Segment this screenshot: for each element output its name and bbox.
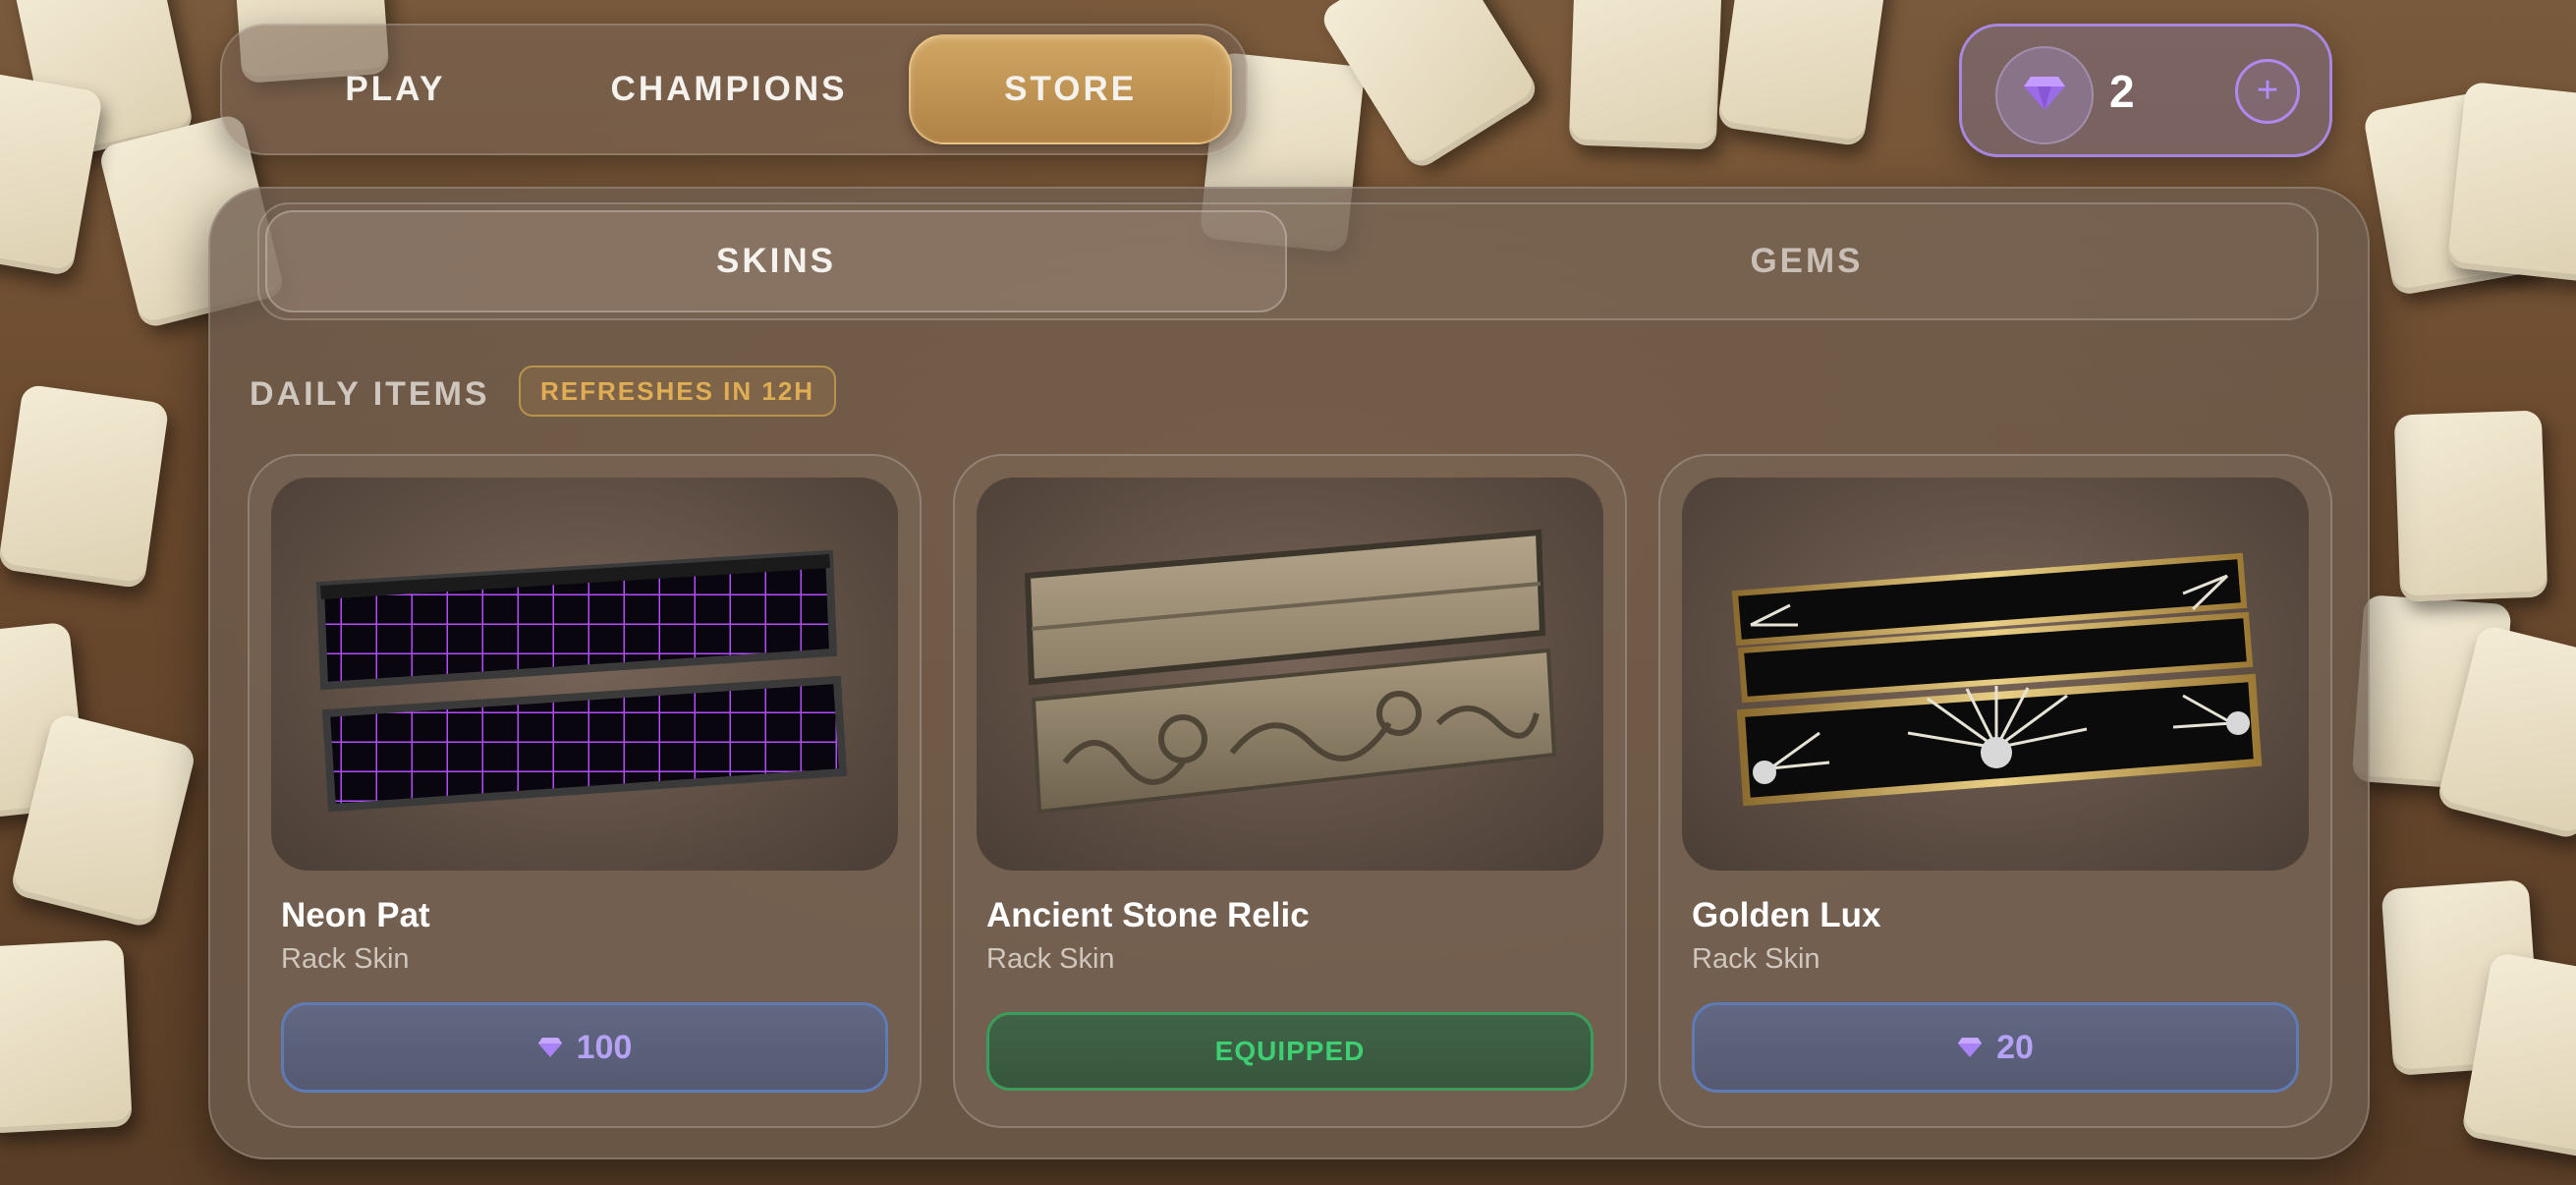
gem-icon	[537, 1029, 563, 1067]
bg-tile	[2446, 81, 2576, 283]
bg-tile	[2393, 410, 2548, 602]
gem-balance: 2 +	[1959, 24, 2332, 157]
item-name: Neon Pat	[281, 896, 430, 934]
gem-badge	[1995, 46, 2094, 144]
gem-icon	[2023, 75, 2066, 117]
item-type: Rack Skin	[986, 943, 1115, 975]
golden-rack-image	[1682, 478, 2309, 871]
bg-tile	[0, 939, 133, 1134]
store-item-card[interactable]: Neon Pat Rack Skin 100	[248, 454, 922, 1128]
store-item-card[interactable]: Golden Lux Rack Skin 20	[1658, 454, 2332, 1128]
item-type: Rack Skin	[281, 943, 410, 975]
item-name: Golden Lux	[1692, 896, 1881, 934]
neon-rack-image	[271, 478, 898, 871]
stone-rack-image	[977, 478, 1603, 871]
refresh-badge: REFRESHES IN 12H	[519, 366, 837, 417]
store-subtabs: SKINS GEMS	[257, 202, 2319, 320]
equipped-button[interactable]: EQUIPPED	[986, 1012, 1594, 1091]
price-label: 20	[1996, 1028, 2034, 1066]
tab-store[interactable]: STORE	[909, 34, 1233, 144]
section-title: DAILY ITEMS	[250, 375, 490, 413]
store-panel: SKINS GEMS DAILY ITEMS REFRESHES IN 12H …	[208, 187, 2370, 1159]
bg-tile	[0, 67, 104, 277]
add-gems-button[interactable]: +	[2235, 59, 2300, 124]
buy-button[interactable]: 20	[1692, 1002, 2299, 1093]
item-name: Ancient Stone Relic	[986, 896, 1310, 934]
gem-count: 2	[2109, 66, 2135, 117]
bg-tile	[1716, 0, 1889, 147]
gem-icon	[1957, 1029, 1983, 1067]
store-item-card[interactable]: Ancient Stone Relic Rack Skin EQUIPPED	[953, 454, 1627, 1128]
tab-champions[interactable]: CHAMPIONS	[555, 36, 903, 142]
main-nav: PLAY CHAMPIONS STORE	[220, 24, 1248, 155]
tab-play[interactable]: PLAY	[236, 36, 555, 142]
bg-tile	[1568, 0, 1723, 150]
item-type: Rack Skin	[1692, 943, 1820, 975]
buy-button[interactable]: 100	[281, 1002, 888, 1093]
price-label: 100	[576, 1028, 633, 1066]
tab-gems[interactable]: GEMS	[1301, 210, 2313, 312]
bg-tile	[0, 383, 170, 590]
tab-skins[interactable]: SKINS	[265, 210, 1287, 312]
